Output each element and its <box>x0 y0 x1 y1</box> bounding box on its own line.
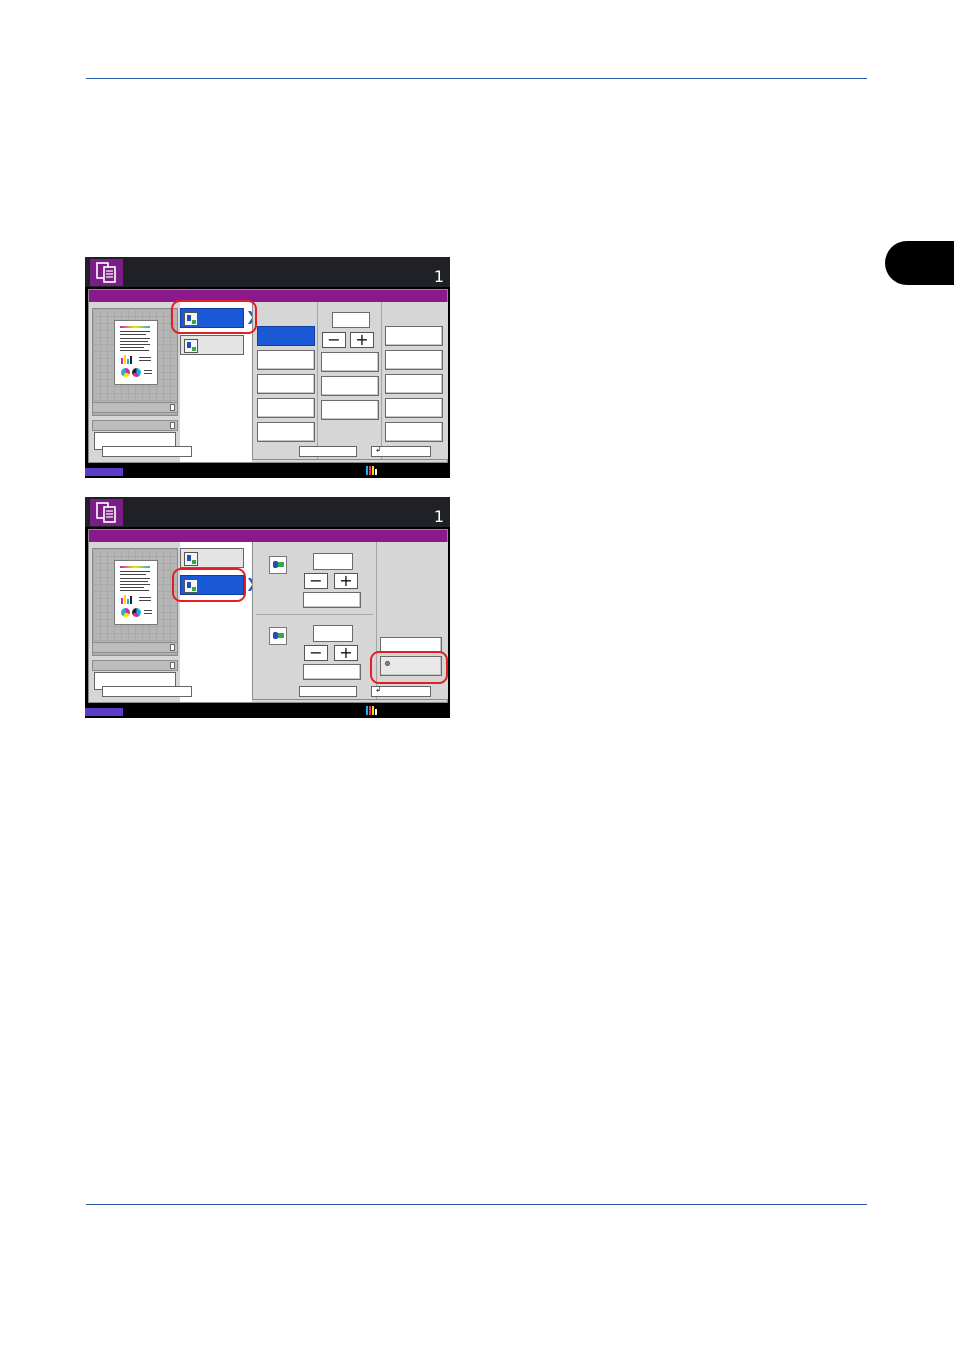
option-button[interactable] <box>303 664 361 680</box>
option-button[interactable] <box>303 592 361 608</box>
option-button[interactable] <box>257 398 315 418</box>
vertical-adjust-icon <box>269 627 287 645</box>
option-button[interactable] <box>321 352 379 372</box>
highlight-ring <box>172 568 246 602</box>
preview-pane <box>92 308 178 416</box>
option-button[interactable] <box>385 326 443 346</box>
preview-page-icon <box>114 320 158 385</box>
horizontal-adjust-icon <box>269 556 287 574</box>
ok-button[interactable]: ↲ <box>371 685 431 697</box>
status-bar <box>85 464 450 478</box>
option-button[interactable] <box>385 422 443 442</box>
copies-count: 1 <box>433 507 444 526</box>
bottom-left-button[interactable] <box>102 686 192 697</box>
option-button[interactable] <box>385 374 443 394</box>
option-button-selected[interactable] <box>257 326 315 346</box>
footer-rule <box>86 1204 867 1205</box>
option-button[interactable] <box>321 376 379 396</box>
value-field[interactable] <box>332 312 370 328</box>
vertical-value-field[interactable] <box>313 625 353 642</box>
copy-icon[interactable] <box>90 259 123 286</box>
option-button[interactable] <box>257 374 315 394</box>
option-button[interactable] <box>257 422 315 442</box>
status-bar <box>85 704 450 718</box>
horizontal-value-field[interactable] <box>313 553 353 570</box>
bottom-left-button[interactable] <box>102 446 192 457</box>
status-indicator <box>85 468 123 476</box>
preview-pane <box>92 548 178 656</box>
option-button[interactable] <box>385 350 443 370</box>
chapter-tab <box>885 241 954 285</box>
cancel-button[interactable] <box>299 686 357 697</box>
option-button[interactable] <box>257 350 315 370</box>
enter-icon: ↲ <box>375 445 382 454</box>
option-button[interactable] <box>321 400 379 420</box>
image-icon <box>184 552 198 566</box>
minus-button[interactable]: − <box>322 332 346 348</box>
plus-button[interactable]: + <box>350 332 374 348</box>
highlight-ring <box>171 300 257 334</box>
panel-body: ❯ − + <box>88 289 448 463</box>
toner-icon <box>366 466 377 475</box>
highlight-ring <box>370 651 448 684</box>
toner-icon <box>366 706 377 715</box>
copies-count: 1 <box>433 267 444 286</box>
option-area: − + <box>252 302 448 460</box>
top-rule <box>86 78 867 79</box>
panel-header: 1 <box>85 257 450 287</box>
minus-button[interactable]: − <box>304 645 328 661</box>
status-indicator <box>85 708 123 716</box>
touch-panel-screen-1: 1 − + ↲ <box>85 257 450 478</box>
content-area: ❯ − + <box>89 302 448 462</box>
preview-page-icon <box>114 560 158 625</box>
ok-button[interactable]: ↲ <box>371 445 431 457</box>
title-bar <box>89 290 447 302</box>
plus-button[interactable]: + <box>334 645 358 661</box>
cancel-button[interactable] <box>299 446 357 457</box>
image-icon <box>184 339 198 353</box>
title-bar <box>89 530 447 542</box>
panel-header: 1 <box>85 497 450 527</box>
nav-tab-2[interactable] <box>180 335 244 355</box>
minus-button[interactable]: − <box>304 573 328 589</box>
copy-icon[interactable] <box>90 499 123 526</box>
touch-panel-screen-2: 1 − + − + ↲ <box>85 497 450 718</box>
plus-button[interactable]: + <box>334 573 358 589</box>
option-button[interactable] <box>385 398 443 418</box>
nav-tab-1[interactable] <box>180 548 244 568</box>
enter-icon: ↲ <box>375 685 382 694</box>
